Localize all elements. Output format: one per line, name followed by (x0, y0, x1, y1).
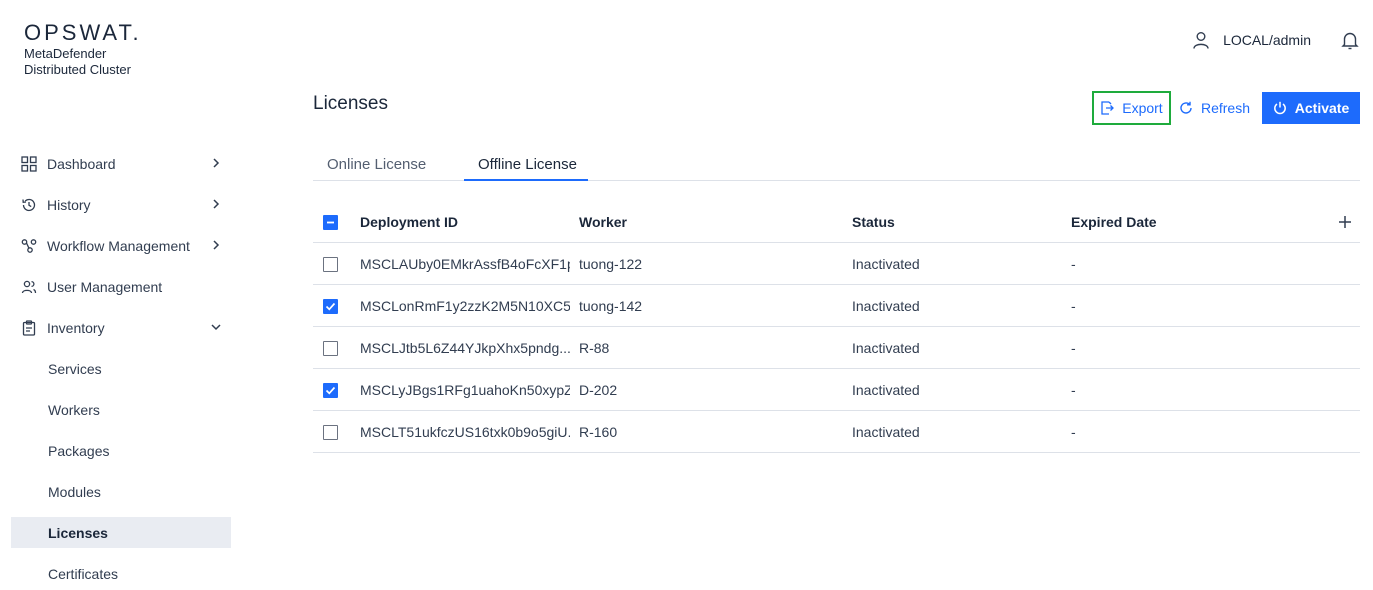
sidebar-item-label: User Management (47, 278, 163, 295)
table-row[interactable]: MSCLAUby0EMkrAssfB4oFcXF1p... tuong-122 … (313, 243, 1360, 285)
sidebar-item-label: Workflow Management (47, 237, 190, 254)
sidebar-item-label: History (47, 196, 91, 213)
table-row[interactable]: MSCLJtb5L6Z44YJkpXhx5pndg... R-88 Inacti… (313, 327, 1360, 369)
history-icon (21, 197, 37, 213)
checkmark-icon (325, 386, 336, 395)
activate-label: Activate (1294, 100, 1350, 116)
clipboard-icon (21, 319, 37, 336)
column-header-worker[interactable]: Worker (579, 201, 779, 243)
row-checkbox[interactable] (323, 256, 338, 272)
select-all-cell (323, 201, 339, 243)
row-checkbox[interactable] (323, 340, 338, 356)
select-all-checkbox[interactable] (323, 214, 338, 230)
chevron-right-icon (213, 199, 220, 209)
sidebar-nav: Dashboard History Workflow Management Us… (11, 143, 231, 590)
sidebar-subitem-licenses[interactable]: Licenses (11, 517, 231, 548)
row-checkbox[interactable] (323, 298, 338, 314)
username[interactable]: LOCAL/admin (1223, 32, 1311, 48)
activate-button[interactable]: Activate (1262, 92, 1360, 124)
logo-wordmark: OPSWAT. (24, 20, 142, 45)
sidebar-item-dashboard[interactable]: Dashboard (11, 143, 231, 184)
user-menu: LOCAL/admin (1191, 30, 1359, 50)
power-icon (1273, 101, 1286, 115)
table-row[interactable]: MSCLT51ukfczUS16txk0b9o5giU... R-160 Ina… (313, 411, 1360, 453)
sidebar-subitem-modules[interactable]: Modules (11, 471, 231, 512)
license-tabs: Online License Offline License (313, 152, 1360, 181)
row-select-cell (323, 327, 339, 369)
add-column-button[interactable] (1338, 201, 1352, 243)
worker-cell: tuong-142 (579, 298, 643, 314)
chevron-right-icon (213, 240, 220, 250)
brand-logo[interactable]: OPSWAT. MetaDefender Distributed Cluster (24, 20, 142, 78)
expired-date-cell: - (1071, 298, 1076, 314)
status-cell: Inactivated (852, 256, 920, 272)
chevron-right-icon (213, 158, 220, 168)
expired-date-cell: - (1071, 256, 1076, 272)
deployment-id-cell: MSCLyJBgs1RFg1uahoKn50xypZ... (360, 382, 570, 398)
table-row[interactable]: MSCLyJBgs1RFg1uahoKn50xypZ... D-202 Inac… (313, 369, 1360, 411)
sidebar-item-inventory[interactable]: Inventory (11, 307, 231, 348)
licenses-table: Deployment ID Worker Status Expired Date… (313, 201, 1360, 453)
row-checkbox[interactable] (323, 424, 338, 440)
expired-date-cell: - (1071, 424, 1076, 440)
bell-icon[interactable] (1341, 30, 1359, 50)
refresh-icon (1180, 101, 1192, 114)
expired-date-cell: - (1071, 340, 1076, 356)
grid-icon (21, 155, 37, 172)
product-name-line1: MetaDefender (24, 46, 107, 61)
users-icon (21, 279, 37, 295)
worker-cell: D-202 (579, 382, 618, 398)
deployment-id-cell: MSCLT51ukfczUS16txk0b9o5giU... (360, 424, 570, 440)
sidebar-subitem-workers[interactable]: Workers (11, 389, 231, 430)
status-cell: Inactivated (852, 382, 920, 398)
column-header-expired-date[interactable]: Expired Date (1071, 201, 1271, 243)
sidebar-item-user-management[interactable]: User Management (11, 266, 231, 307)
export-button[interactable]: Export (1091, 91, 1171, 125)
table-header: Deployment ID Worker Status Expired Date (313, 201, 1360, 243)
export-icon (1101, 101, 1115, 115)
worker-cell: R-88 (579, 340, 610, 356)
page-actions: Export Refresh Activate (1091, 91, 1360, 125)
row-checkbox[interactable] (323, 382, 338, 398)
plus-icon (1339, 216, 1351, 228)
sidebar-item-label: Inventory (47, 319, 105, 336)
workflow-icon (21, 238, 37, 254)
checkmark-icon (325, 302, 336, 311)
table-row[interactable]: MSCLonRmF1y2zzK2M5N10XC5y... tuong-142 I… (313, 285, 1360, 327)
row-select-cell (323, 243, 339, 285)
user-icon[interactable] (1191, 30, 1211, 50)
sidebar-item-workflow-management[interactable]: Workflow Management (11, 225, 231, 266)
sidebar-subitem-packages[interactable]: Packages (11, 430, 231, 471)
status-cell: Inactivated (852, 340, 920, 356)
tab-online-license[interactable]: Online License (313, 152, 437, 181)
expired-date-cell: - (1071, 382, 1076, 398)
tab-offline-license[interactable]: Offline License (464, 152, 588, 181)
column-header-status[interactable]: Status (852, 201, 1052, 243)
chevron-down-icon (211, 324, 221, 331)
refresh-label: Refresh (1200, 100, 1250, 116)
sidebar-subitem-certificates[interactable]: Certificates (11, 553, 231, 590)
refresh-button[interactable]: Refresh (1175, 91, 1254, 125)
column-header-deployment-id[interactable]: Deployment ID (360, 201, 570, 243)
product-name-line2: Distributed Cluster (24, 62, 131, 77)
sidebar-item-history[interactable]: History (11, 184, 231, 225)
worker-cell: tuong-122 (579, 256, 643, 272)
minus-icon (327, 221, 334, 223)
row-select-cell (323, 369, 339, 411)
worker-cell: R-160 (579, 424, 618, 440)
status-cell: Inactivated (852, 424, 920, 440)
export-label: Export (1122, 100, 1163, 116)
sidebar-item-label: Dashboard (47, 155, 116, 172)
status-cell: Inactivated (852, 298, 920, 314)
sidebar: OPSWAT. MetaDefender Distributed Cluster… (0, 0, 240, 590)
deployment-id-cell: MSCLJtb5L6Z44YJkpXhx5pndg... (360, 340, 570, 356)
deployment-id-cell: MSCLonRmF1y2zzK2M5N10XC5y... (360, 298, 570, 314)
row-select-cell (323, 285, 339, 327)
sidebar-subitem-services[interactable]: Services (11, 348, 231, 389)
page-title: Licenses (313, 93, 388, 114)
deployment-id-cell: MSCLAUby0EMkrAssfB4oFcXF1p... (360, 256, 570, 272)
row-select-cell (323, 411, 339, 453)
